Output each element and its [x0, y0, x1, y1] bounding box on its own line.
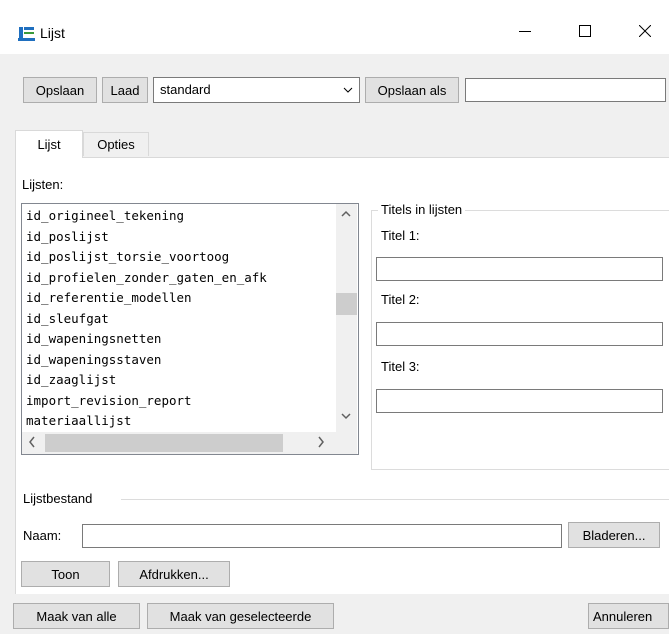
- show-button[interactable]: Toon: [21, 561, 110, 587]
- list-file-label: Lijstbestand: [23, 491, 93, 506]
- save-button[interactable]: Opslaan: [23, 77, 97, 103]
- vertical-scrollbar[interactable]: [336, 204, 357, 432]
- list-item[interactable]: id_wapeningsstaven: [22, 350, 336, 371]
- list-item[interactable]: id_origineel_tekening: [22, 206, 336, 227]
- section-divider: [121, 499, 669, 500]
- tab-opties[interactable]: Opties: [83, 132, 149, 156]
- list-item[interactable]: id_referentie_modellen: [22, 288, 336, 309]
- minimize-icon: [519, 31, 531, 32]
- cancel-button[interactable]: Annuleren: [588, 603, 669, 629]
- chevron-up-icon: [341, 210, 351, 217]
- list-item[interactable]: id_poslijst: [22, 227, 336, 248]
- list-item[interactable]: id_zaaglijst: [22, 370, 336, 391]
- list-item[interactable]: id_profielen_zonder_gaten_en_afk: [22, 268, 336, 289]
- tab-lijst[interactable]: Lijst: [15, 130, 83, 158]
- chevron-right-icon: [318, 436, 324, 448]
- close-icon: [639, 25, 651, 37]
- preset-value: standard: [160, 82, 211, 97]
- lists-label: Lijsten:: [22, 177, 64, 192]
- vertical-scroll-thumb[interactable]: [336, 293, 357, 315]
- preset-dropdown[interactable]: standard: [153, 77, 360, 103]
- list-item[interactable]: materiaallijst: [22, 411, 336, 431]
- save-as-name-field[interactable]: [465, 78, 666, 102]
- app-icon: [18, 27, 35, 41]
- list-item[interactable]: id_poslijst_torsie_voortoog: [22, 247, 336, 268]
- maximize-button[interactable]: [562, 14, 608, 48]
- name-field[interactable]: [82, 524, 562, 548]
- list-item[interactable]: id_wapeningsnetten: [22, 329, 336, 350]
- list-item[interactable]: id_sleufgat: [22, 309, 336, 330]
- list-items: id_origineel_tekening id_poslijst id_posli…: [22, 206, 336, 431]
- title1-label: Titel 1:: [381, 228, 420, 243]
- load-button[interactable]: Laad: [102, 77, 148, 103]
- title3-field[interactable]: [376, 389, 663, 413]
- title-bar: Lijst: [0, 0, 669, 54]
- title2-field[interactable]: [376, 322, 663, 346]
- name-label: Naam:: [23, 528, 62, 543]
- make-selected-button[interactable]: Maak van geselecteerde: [147, 603, 334, 629]
- minimize-button[interactable]: [502, 14, 548, 48]
- horizontal-scroll-thumb[interactable]: [45, 434, 283, 452]
- list-item[interactable]: import_revision_report: [22, 391, 336, 412]
- lists-listbox[interactable]: id_origineel_tekening id_poslijst id_posli…: [21, 203, 359, 455]
- title2-label: Titel 2:: [381, 292, 420, 307]
- titles-group-label: Titels in lijsten: [378, 202, 466, 217]
- chevron-down-icon: [341, 413, 351, 420]
- print-button[interactable]: Afdrukken...: [118, 561, 230, 587]
- scrollbar-corner: [336, 432, 357, 454]
- chevron-down-icon: [343, 87, 353, 93]
- title1-field[interactable]: [376, 257, 663, 281]
- browse-button[interactable]: Bladeren...: [568, 522, 660, 548]
- close-button[interactable]: [622, 14, 668, 48]
- maximize-icon: [579, 25, 591, 37]
- save-as-button[interactable]: Opslaan als: [365, 77, 459, 103]
- window-title: Lijst: [40, 25, 65, 41]
- horizontal-scrollbar[interactable]: [22, 432, 336, 454]
- make-all-button[interactable]: Maak van alle: [13, 603, 140, 629]
- chevron-left-icon: [29, 436, 35, 448]
- title3-label: Titel 3:: [381, 359, 420, 374]
